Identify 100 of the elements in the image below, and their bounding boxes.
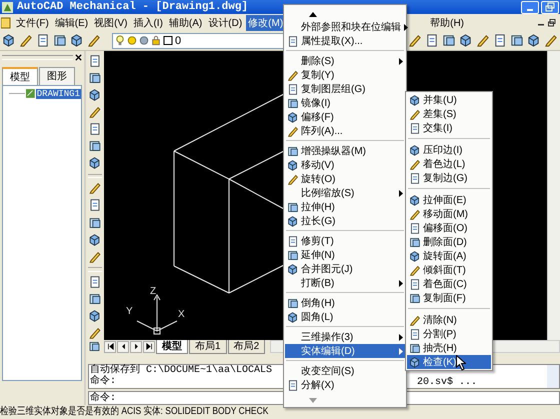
menu-item[interactable]: 镜像(I) <box>285 96 405 110</box>
layout-tab[interactable]: 布局2 <box>228 339 266 354</box>
menu-item[interactable]: 交集(I) <box>407 121 491 135</box>
menu-item[interactable]: 拉伸(H) <box>285 200 405 214</box>
pencil-icon[interactable] <box>87 33 101 48</box>
navigation-button[interactable] <box>143 340 155 352</box>
square-icon[interactable] <box>88 292 102 306</box>
page-icon[interactable] <box>88 198 102 213</box>
menu-item[interactable]: 删除面(D) <box>407 235 491 249</box>
menu-item[interactable]: 分割(P) <box>407 327 491 341</box>
pencil-icon[interactable] <box>19 33 33 48</box>
menu-item[interactable]: 着色面(C) <box>407 277 491 291</box>
menu-item[interactable]: 视图(V) <box>92 14 130 30</box>
menu-item[interactable]: 倒角(H) <box>285 296 405 310</box>
cube-icon[interactable] <box>527 33 541 48</box>
navigation-button[interactable] <box>117 340 129 352</box>
pencil-icon[interactable] <box>88 326 102 340</box>
square-icon[interactable] <box>88 71 102 86</box>
layout-tab[interactable]: 模型 <box>156 339 188 354</box>
menu-item[interactable]: 偏移面(O) <box>407 221 491 235</box>
menu-item[interactable]: 移动面(M) <box>407 207 491 221</box>
page-icon[interactable] <box>425 33 439 48</box>
menu-item[interactable]: 复制图层组(G) <box>285 82 405 96</box>
menu-item[interactable]: 插入(I) <box>131 14 165 30</box>
cube-icon[interactable] <box>70 33 84 48</box>
menu-item[interactable]: 倾斜面(T) <box>407 263 491 277</box>
page-icon[interactable] <box>88 54 102 68</box>
menu-item[interactable]: 着色边(L) <box>407 157 491 171</box>
menu-item[interactable]: 移动(V) <box>285 158 405 172</box>
menu-item[interactable]: 合并图元(J) <box>285 262 405 276</box>
menu-item[interactable]: 旋转面(A) <box>407 249 491 263</box>
panel-tab[interactable]: 图形 <box>39 67 75 85</box>
menu-item[interactable]: 外部参照和块在位编辑 <box>285 20 405 34</box>
close-icon[interactable] <box>75 54 82 60</box>
menu-item[interactable]: 压印边(I) <box>407 143 491 157</box>
page-icon[interactable] <box>88 122 102 136</box>
menu-item[interactable]: 圆角(L) <box>285 310 405 324</box>
menu-item[interactable]: 检查(K) <box>407 355 491 369</box>
menu-item[interactable]: 删除(S) <box>285 54 405 68</box>
menu-item[interactable]: 清除(N) <box>407 313 491 327</box>
menu-item[interactable]: 抽壳(H) <box>407 341 491 355</box>
panel-tab[interactable]: 模型 <box>2 67 38 85</box>
cube-icon[interactable] <box>88 88 102 102</box>
navigation-button[interactable] <box>130 340 142 352</box>
pencil-icon[interactable] <box>88 105 102 120</box>
scroll-down-icon[interactable] <box>309 398 317 403</box>
menu-item[interactable]: 属性提取(X)... <box>285 34 405 48</box>
menu-item[interactable]: 文件(F) <box>14 14 51 30</box>
pencil-icon[interactable] <box>544 33 558 48</box>
vertical-scrollbar[interactable] <box>547 51 560 340</box>
layout-tab[interactable]: 布局1 <box>189 339 227 354</box>
menu-item[interactable]: 旋转(O) <box>285 172 405 186</box>
menu-item[interactable]: 复制面(F) <box>407 291 491 305</box>
menu-item[interactable]: 延伸(N) <box>285 248 405 262</box>
menu-item[interactable]: 编辑(E) <box>52 14 90 30</box>
menu-item[interactable]: 修剪(T) <box>285 234 405 248</box>
cube-icon[interactable] <box>88 156 102 171</box>
square-icon[interactable] <box>53 33 67 48</box>
scroll-up-icon[interactable] <box>309 12 317 17</box>
menu-item[interactable]: 复制(Y) <box>285 68 405 82</box>
menu-item[interactable]: 改变空间(S) <box>285 364 405 378</box>
page-icon[interactable] <box>88 274 102 289</box>
menu-item[interactable]: 差集(S) <box>407 107 491 121</box>
minimize-button[interactable] <box>521 0 539 14</box>
menu-item[interactable]: 复制边(G) <box>407 171 491 185</box>
menu-item[interactable]: 实体编辑(D) <box>285 344 405 358</box>
restore-button[interactable] <box>541 0 559 14</box>
menu-item[interactable]: 比例缩放(S) <box>285 186 405 200</box>
tree-item[interactable]: DRAWING1 <box>36 88 81 98</box>
cube-icon[interactable] <box>2 33 16 48</box>
menu-item[interactable]: 修改(M) <box>246 14 286 30</box>
cube-icon[interactable] <box>88 308 102 323</box>
menu-item[interactable]: 分解(X) <box>285 378 405 392</box>
square-icon[interactable] <box>88 139 102 154</box>
menu-item[interactable]: 并集(U) <box>407 93 491 107</box>
menu-item[interactable]: 增强操纵器(M) <box>285 144 405 158</box>
page-icon[interactable] <box>36 33 50 48</box>
page-icon[interactable] <box>493 33 507 48</box>
square-icon[interactable] <box>88 340 101 353</box>
pencil-icon[interactable] <box>476 33 490 48</box>
menu-item[interactable]: 三维操作(3) <box>285 330 405 344</box>
menu-item[interactable]: 辅助(A) <box>166 14 204 30</box>
menu-item[interactable]: 拉伸面(E) <box>407 193 491 207</box>
cube-icon[interactable] <box>88 232 102 247</box>
menu-item[interactable]: 偏移(F) <box>285 110 405 124</box>
last-icon <box>146 343 152 350</box>
navigation-button[interactable] <box>104 340 116 352</box>
menu-item[interactable]: 帮助(H) <box>428 14 466 30</box>
menu-item[interactable]: 阵列(A)... <box>285 124 405 138</box>
pencil-icon[interactable] <box>88 250 102 264</box>
panel-grip[interactable] <box>2 54 73 60</box>
menu-item[interactable]: 设计(D) <box>206 14 244 30</box>
vertical-scrollbar[interactable] <box>547 365 559 388</box>
menu-item[interactable]: 拉长(G) <box>285 214 405 228</box>
square-icon[interactable] <box>442 33 456 48</box>
square-icon[interactable] <box>510 33 524 48</box>
menu-item[interactable]: 打断(B) <box>285 276 405 290</box>
pencil-icon[interactable] <box>88 181 102 196</box>
cube-icon[interactable] <box>459 33 473 48</box>
square-icon[interactable] <box>88 216 102 230</box>
